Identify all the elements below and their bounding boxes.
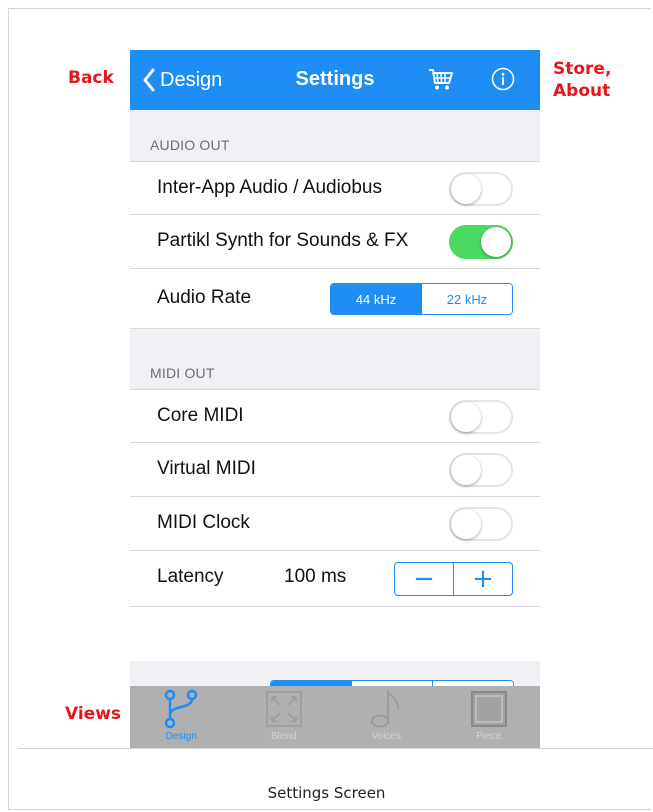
toggle-knob [451,455,481,485]
setting-label: Partikl Synth for Sounds & FX [157,230,409,251]
expand-icon [266,691,302,727]
tab-label: Blend [270,731,297,742]
tab-bar: Design Blend Voices Piece [130,686,540,748]
section-header-midi-out: MIDI OUT [150,365,215,381]
audio-rate-segmented-control: 44 kHz 22 kHz [330,283,513,315]
page-title: Settings [295,68,375,90]
setting-latency: Latency 100 ms − + [130,551,540,607]
annotation-store-about: Store, About [553,59,612,101]
setting-label: Inter-App Audio / Audiobus [157,177,382,198]
music-note-icon [371,689,400,728]
branch-icon [165,689,198,729]
tab-design[interactable]: Design [130,686,233,748]
about-button[interactable] [491,67,515,95]
figure-caption: Settings Screen [267,784,386,802]
core-midi-toggle[interactable] [449,400,513,434]
tab-piece[interactable]: Piece [438,686,541,748]
audio-rate-22khz[interactable]: 22 kHz [421,284,512,314]
annotation-back: Back [68,68,114,88]
virtual-midi-toggle[interactable] [449,453,513,487]
tab-label: Voices [371,731,401,742]
latency-decrement-button[interactable]: − [395,563,453,595]
phone-screen: Design Settings AUDIO OUT Inter-App Audi… [130,50,540,748]
section-header-audio-out: AUDIO OUT [150,137,230,153]
cart-icon [429,69,453,90]
settings-list: AUDIO OUT Inter-App Audio / Audiobus Par… [130,110,540,661]
setting-partikl-synth: Partikl Synth for Sounds & FX [130,215,540,269]
setting-label: Core MIDI [157,405,244,426]
tab-blend[interactable]: Blend [233,686,336,748]
tab-voices[interactable]: Voices [335,686,438,748]
annotation-views: Views [65,704,122,724]
latency-increment-button[interactable]: + [453,563,512,595]
toggle-knob [451,509,481,539]
toggle-knob [481,227,511,257]
navigation-bar: Design Settings [130,50,540,110]
setting-label: Audio Rate [157,287,252,308]
inter-app-audio-toggle[interactable] [449,172,513,206]
partikl-synth-toggle[interactable] [449,225,513,259]
store-button[interactable] [428,66,454,96]
toggle-knob [451,402,481,432]
audio-rate-44khz[interactable]: 44 kHz [331,284,421,314]
info-icon [491,67,515,91]
setting-audio-rate: Audio Rate 44 kHz 22 kHz [130,269,540,329]
caption-divider [18,748,653,749]
setting-label: MIDI Clock [157,512,250,533]
setting-label: Latency [157,566,224,587]
midi-clock-toggle[interactable] [449,507,513,541]
setting-midi-clock: MIDI Clock [130,497,540,551]
tab-label: Piece [476,731,502,742]
setting-virtual-midi: Virtual MIDI [130,443,540,497]
square-icon [470,691,507,727]
tab-label: Design [165,731,197,742]
setting-label: Virtual MIDI [157,458,256,479]
latency-value: 100 ms [284,566,347,587]
latency-stepper: − + [394,562,513,596]
setting-inter-app-audio: Inter-App Audio / Audiobus [130,161,540,215]
toggle-knob [451,174,481,204]
setting-core-midi: Core MIDI [130,389,540,443]
setting-partial-row [130,607,540,661]
